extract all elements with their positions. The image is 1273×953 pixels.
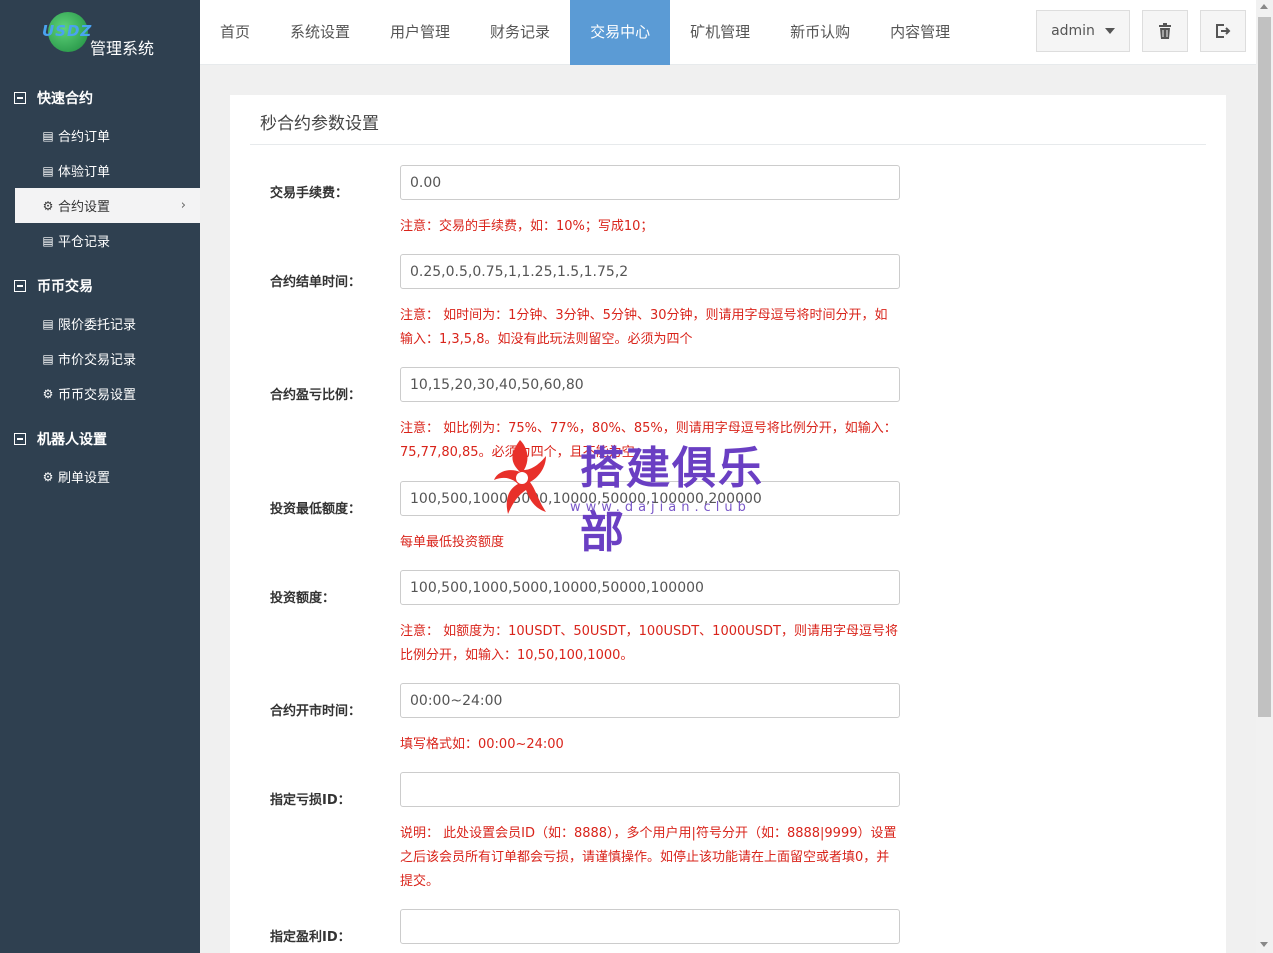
page-scrollbar[interactable] [1256,0,1273,953]
logo[interactable]: USDZ 管理系统 [0,0,200,65]
divider [250,144,1206,145]
user-name: admin [1051,23,1095,39]
clear-cache-button[interactable] [1142,10,1188,52]
gear-icon: ⚙ [42,386,54,401]
sidebar-group-robot[interactable]: 机器人设置 [0,419,200,459]
open-time-label: 合约开市时间： [270,704,362,719]
fee-label: 交易手续费： [270,186,349,201]
gear-icon: ⚙ [42,469,54,484]
sidebar-item-trial-orders[interactable]: ▤ 体验订单 [0,153,200,188]
tab-miner-management[interactable]: 矿机管理 [670,0,770,65]
top-nav: 首页 系统设置 用户管理 财务记录 交易中心 矿机管理 新币认购 内容管理 [200,0,970,65]
sidebar-item-bot-settings[interactable]: ⚙ 刷单设置 [0,459,200,494]
sidebar-item-label: 合约订单 [58,130,111,145]
sidebar-group-contract[interactable]: 快速合约 [0,78,200,118]
loss-id-note: 说明： 此处设置会员ID（如：8888），多个用户用|符号分开（如：8888|9… [400,826,897,889]
collapse-icon [14,280,26,292]
sidebar-item-market-records[interactable]: ▤ 市价交易记录 [0,341,200,376]
scroll-up-icon[interactable] [1260,4,1268,9]
tab-finance-records[interactable]: 财务记录 [470,0,570,65]
tab-system-settings[interactable]: 系统设置 [270,0,370,65]
scroll-thumb[interactable] [1258,17,1271,717]
settings-panel: 秒合约参数设置 交易手续费： 0.00 注意：交易的手续费，如：10%；写成10… [230,95,1226,953]
tab-trading-center[interactable]: 交易中心 [570,0,671,65]
sidebar-item-label: 市价交易记录 [58,353,137,368]
list-icon: ▤ [42,316,54,331]
gear-icon: ⚙ [42,198,54,213]
min-invest-label: 投资最低额度： [270,502,362,517]
sidebar-group-label: 快速合约 [37,91,93,107]
logout-icon [1216,24,1231,38]
profit-ratio-input[interactable]: 10,15,20,30,40,50,60,80 [400,367,900,402]
collapse-icon [14,92,26,104]
sidebar-item-close-records[interactable]: ▤ 平仓记录 [0,223,200,258]
min-invest-note: 每单最低投资额度 [400,535,505,550]
user-menu-button[interactable]: admin [1036,10,1130,52]
sidebar-item-spot-settings[interactable]: ⚙ 币币交易设置 [0,376,200,411]
sidebar-item-label: 刷单设置 [58,471,111,486]
fee-input[interactable]: 0.00 [400,165,900,200]
settle-time-input[interactable]: 0.25,0.5,0.75,1,1.25,1.5,1.75,2 [400,254,900,289]
sidebar: USDZ 管理系统 快速合约 ▤ 合约订单 ▤ 体验订单 ⚙ 合约设置 › ▤ … [0,0,200,953]
fee-note: 注意：交易的手续费，如：10%；写成10； [400,219,654,234]
sidebar-group-label: 币币交易 [37,279,93,295]
system-name: 管理系统 [90,39,155,58]
list-icon: ▤ [42,351,54,366]
invest-amount-label: 投资额度： [270,591,336,606]
profit-id-input[interactable] [400,909,900,944]
list-icon: ▤ [42,128,54,143]
sidebar-item-label: 合约设置 [58,200,111,215]
list-icon: ▤ [42,233,54,248]
profit-ratio-note: 注意： 如比例为：75%、77%，80%、85%，则请用字母逗号将比例分开，如输… [400,421,897,460]
profit-id-label: 指定盈利ID： [270,930,351,945]
open-time-note: 填写格式如：00:00~24:00 [400,737,564,752]
sidebar-item-contract-settings[interactable]: ⚙ 合约设置 › [15,188,200,223]
sidebar-item-label: 币币交易设置 [58,388,137,403]
page-title: 秒合约参数设置 [260,114,379,134]
sidebar-item-label: 限价委托记录 [58,318,137,333]
invest-amount-input[interactable]: 100,500,1000,5000,10000,50000,100000 [400,570,900,605]
sidebar-group-spot[interactable]: 币币交易 [0,266,200,306]
logo-mark: USDZ [42,22,93,40]
open-time-input[interactable]: 00:00~24:00 [400,683,900,718]
tab-content-management[interactable]: 内容管理 [870,0,970,65]
caret-down-icon [1104,28,1115,34]
invest-amount-note: 注意： 如额度为：10USDT、50USDT，100USDT、1000USDT，… [400,624,898,663]
settle-time-note: 注意： 如时间为：1分钟、3分钟、5分钟、30分钟，则请用字母逗号将时间分开，如… [400,308,888,347]
sidebar-item-limit-orders[interactable]: ▤ 限价委托记录 [0,306,200,341]
topbar: 首页 系统设置 用户管理 财务记录 交易中心 矿机管理 新币认购 内容管理 ad… [200,0,1256,65]
min-invest-input[interactable]: 100,500,1000,5000,10000,50000,100000,200… [400,481,900,516]
list-icon: ▤ [42,163,54,178]
loss-id-label: 指定亏损ID： [270,793,351,808]
chevron-right-icon: › [180,198,186,213]
logout-button[interactable] [1200,10,1246,52]
trash-icon [1159,23,1171,39]
sidebar-item-label: 体验订单 [58,165,111,180]
settle-time-label: 合约结单时间： [270,275,362,290]
profit-ratio-label: 合约盈亏比例： [270,388,362,403]
loss-id-input[interactable] [400,772,900,807]
tab-home[interactable]: 首页 [200,0,270,65]
collapse-icon [14,433,26,445]
tab-user-management[interactable]: 用户管理 [370,0,470,65]
scroll-down-icon[interactable] [1260,942,1268,947]
tab-new-coin[interactable]: 新币认购 [770,0,870,65]
sidebar-group-label: 机器人设置 [37,432,107,448]
sidebar-item-label: 平仓记录 [58,235,111,250]
sidebar-item-contract-orders[interactable]: ▤ 合约订单 [0,118,200,153]
